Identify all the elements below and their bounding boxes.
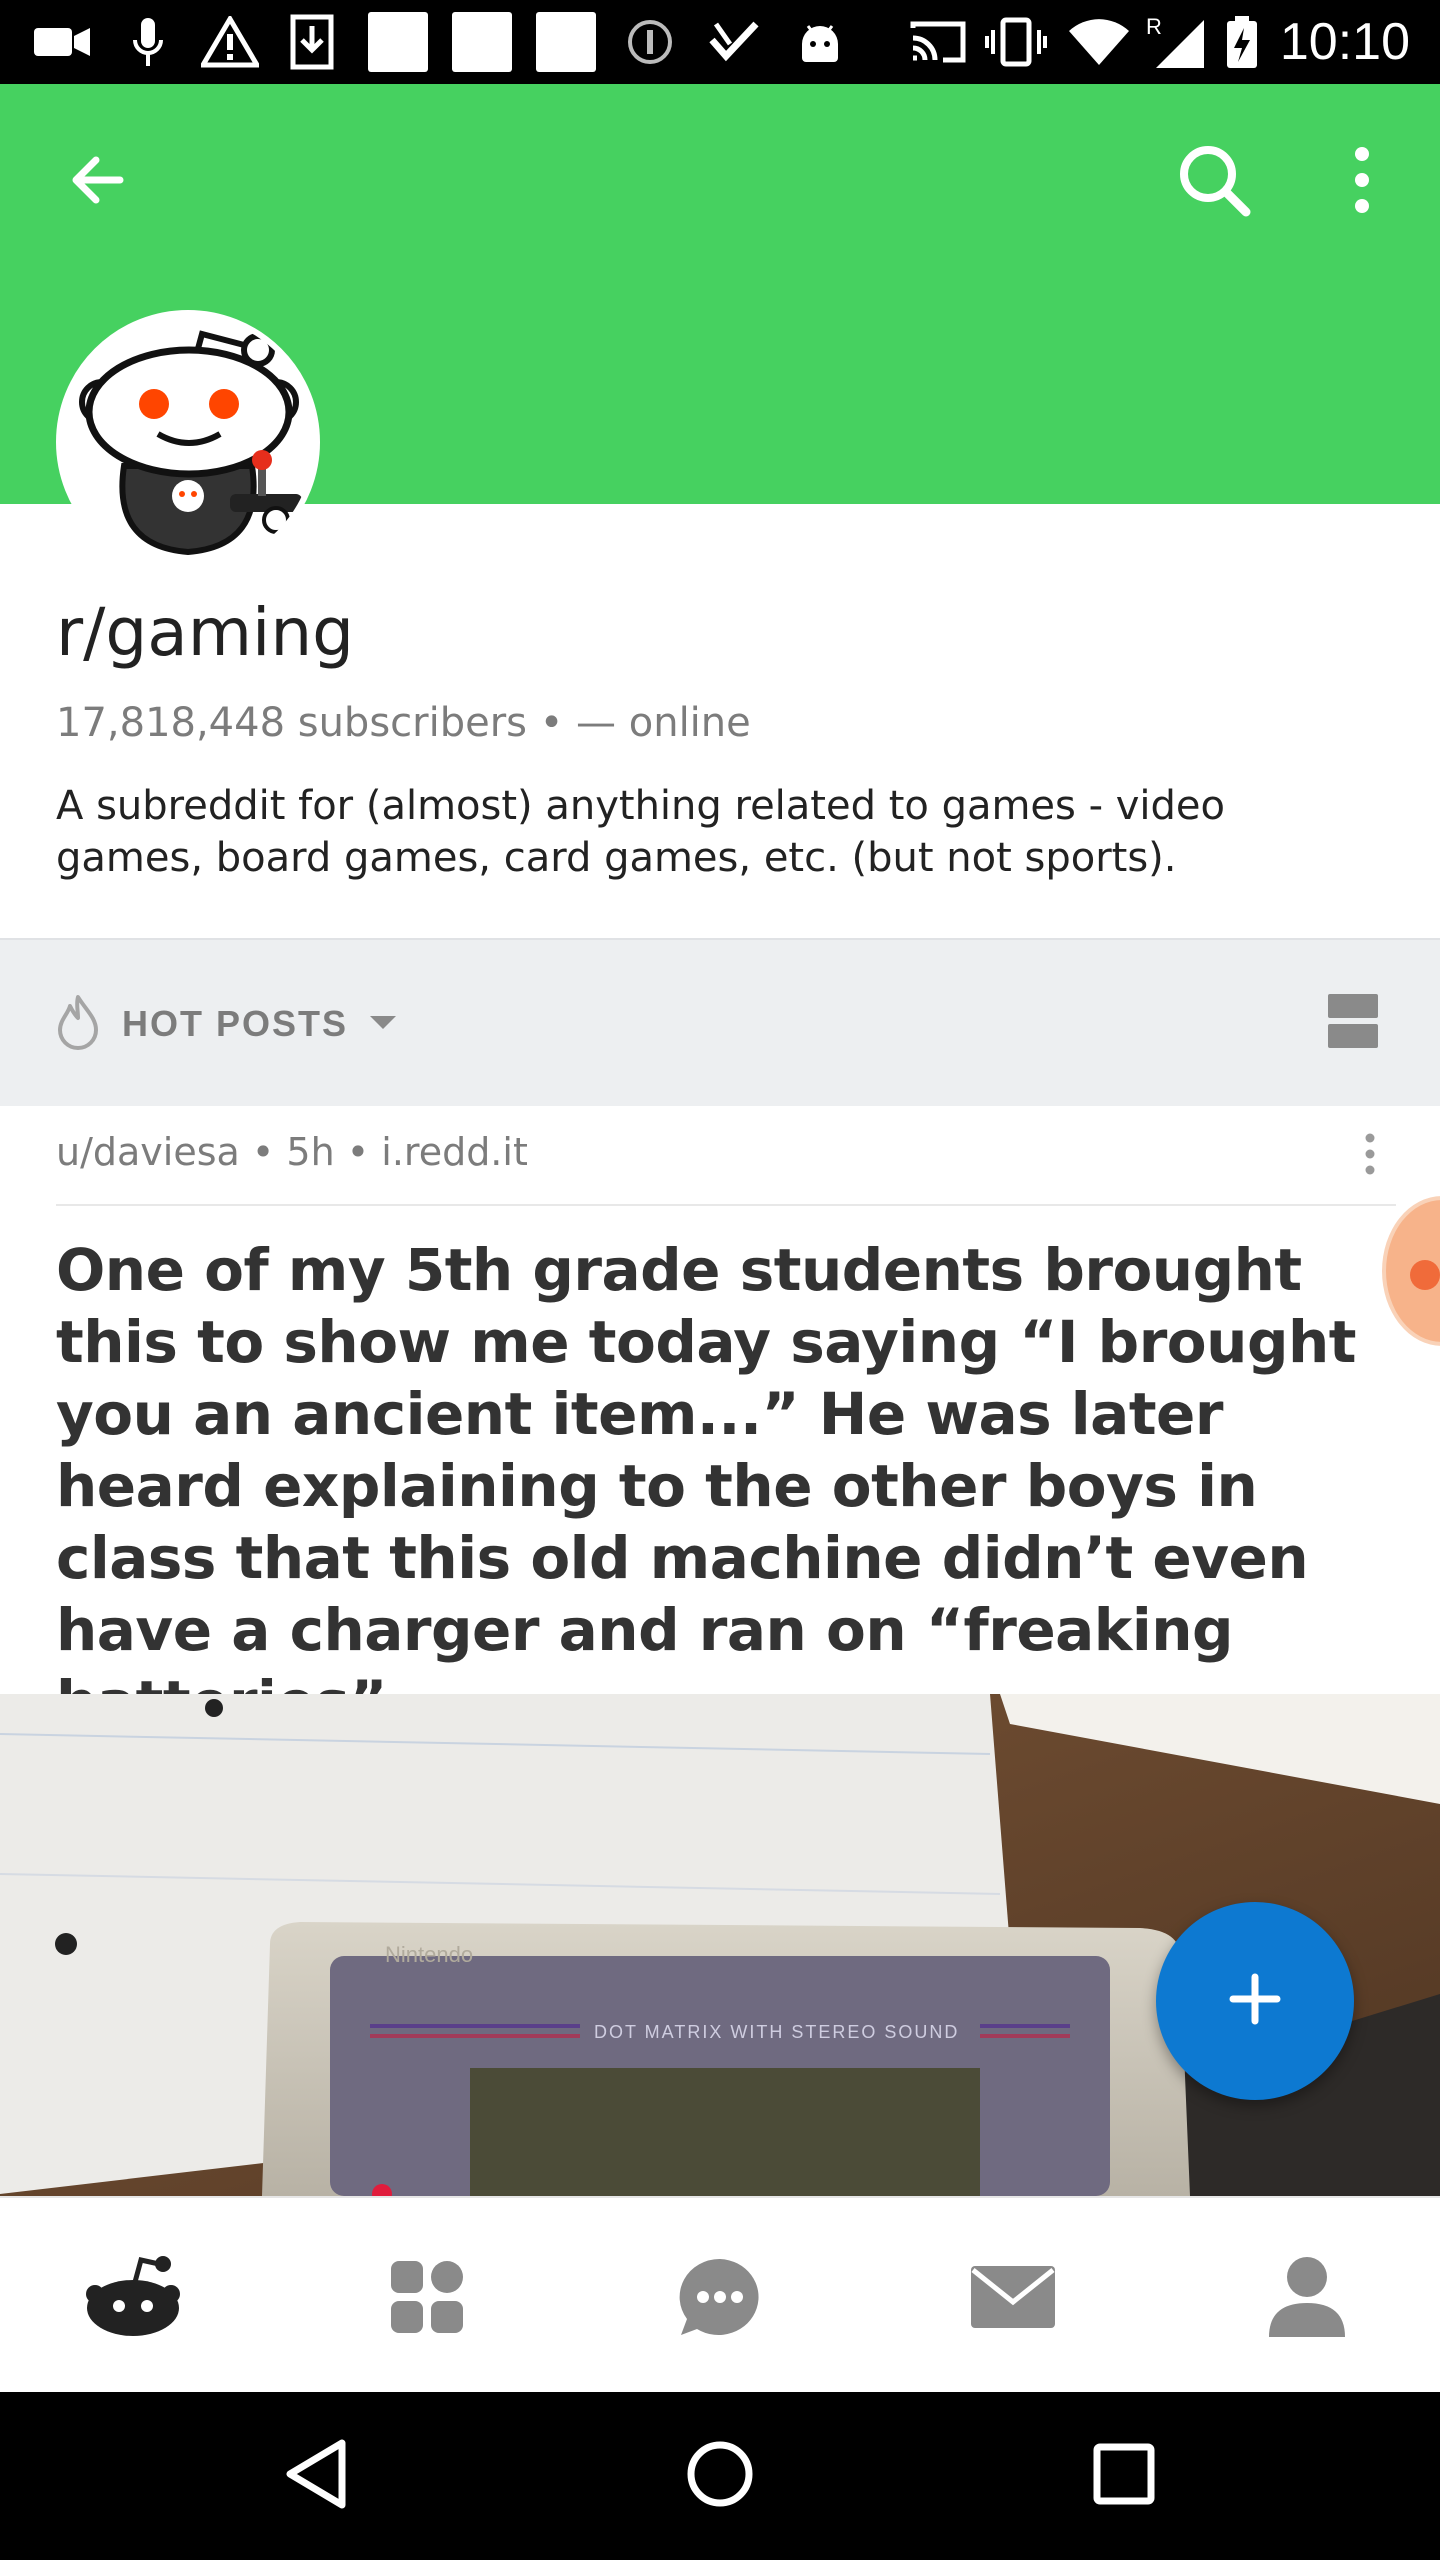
download-icon: [288, 14, 336, 70]
peek-dot: [1410, 1260, 1440, 1290]
sort-label: HOT POSTS: [122, 1003, 349, 1044]
search-button[interactable]: [1166, 134, 1262, 230]
subreddit-stats: 17,818,448 subscribers • — online: [56, 700, 751, 746]
online-count: — online: [576, 700, 751, 746]
chat-icon: [677, 2255, 763, 2344]
back-triangle-icon: [284, 2439, 348, 2514]
more-vertical-icon: [1350, 146, 1374, 219]
subreddit-name: r/gaming: [56, 594, 355, 671]
divider: [56, 1204, 1396, 1206]
post-age: 5h: [286, 1130, 335, 1174]
svg-text:Nintendo: Nintendo: [385, 1942, 473, 1967]
caret-down-icon: [368, 1012, 398, 1037]
status-bar: R 10:10: [0, 0, 1440, 84]
nav-communities[interactable]: [372, 2244, 482, 2354]
info-circle-icon: [624, 14, 676, 70]
system-recents-button[interactable]: [1074, 2426, 1174, 2526]
meta-separator: •: [251, 1130, 287, 1174]
sort-bar: HOT POSTS: [0, 938, 1440, 1106]
notification-square-icon: [536, 12, 596, 72]
wifi-icon: [1066, 14, 1132, 70]
post-meta: u/daviesa • 5h • i.redd.it: [56, 1130, 528, 1174]
post-title[interactable]: One of my 5th grade students brought thi…: [56, 1234, 1396, 1738]
system-back-button[interactable]: [266, 2426, 366, 2526]
status-clock: 10:10: [1279, 13, 1410, 71]
bottom-navigation: [0, 2196, 1440, 2392]
plus-icon: [1227, 1971, 1283, 2032]
check-tag-icon: [704, 14, 764, 70]
nav-profile[interactable]: [1252, 2244, 1362, 2354]
profile-icon: [1267, 2255, 1347, 2344]
nav-chat[interactable]: [665, 2244, 775, 2354]
search-icon: [1174, 140, 1254, 225]
home-circle-icon: [685, 2439, 755, 2514]
meta-separator: •: [539, 700, 564, 746]
nav-inbox[interactable]: [958, 2244, 1068, 2354]
create-post-button[interactable]: [1156, 1902, 1354, 2100]
warning-icon: [200, 14, 260, 70]
cast-icon: [908, 14, 968, 70]
post-author[interactable]: u/daviesa: [56, 1130, 240, 1174]
flame-icon: [56, 994, 100, 1055]
more-vertical-icon: [1363, 1132, 1377, 1181]
subscriber-count: 17,818,448 subscribers: [56, 700, 527, 746]
svg-text:R: R: [1146, 14, 1162, 39]
subreddit-description: A subreddit for (almost) anything relate…: [56, 783, 1226, 881]
battery-charging-icon: [1222, 14, 1262, 70]
signal-icon: R: [1140, 14, 1214, 70]
reddit-home-icon: [81, 2252, 185, 2347]
microphone-icon: [124, 14, 172, 70]
arrow-left-icon: [66, 148, 130, 217]
sort-dropdown[interactable]: HOT POSTS: [56, 992, 398, 1056]
recents-square-icon: [1093, 2443, 1155, 2510]
communities-grid-icon: [387, 2257, 467, 2342]
card-view-icon: [1326, 994, 1380, 1054]
video-camera-icon: [30, 14, 94, 70]
inbox-mail-icon: [969, 2264, 1057, 2335]
system-home-button[interactable]: [670, 2426, 770, 2526]
nav-home[interactable]: [78, 2244, 188, 2354]
post-domain[interactable]: i.redd.it: [381, 1130, 528, 1174]
notification-square-icon: [452, 12, 512, 72]
vibrate-icon: [984, 14, 1048, 70]
svg-text:DOT MATRIX WITH STEREO SOUND: DOT MATRIX WITH STEREO SOUND: [594, 2022, 959, 2042]
view-mode-button[interactable]: [1326, 992, 1390, 1056]
notification-square-icon: [368, 12, 428, 72]
android-icon: [794, 14, 846, 70]
back-button[interactable]: [50, 134, 146, 230]
post-options-button[interactable]: [1346, 1124, 1394, 1188]
more-options-button[interactable]: [1314, 134, 1410, 230]
snoo-gamer-icon: [62, 316, 314, 568]
subreddit-avatar: [56, 310, 320, 574]
system-navigation-bar: [0, 2392, 1440, 2560]
meta-separator: •: [346, 1130, 382, 1174]
